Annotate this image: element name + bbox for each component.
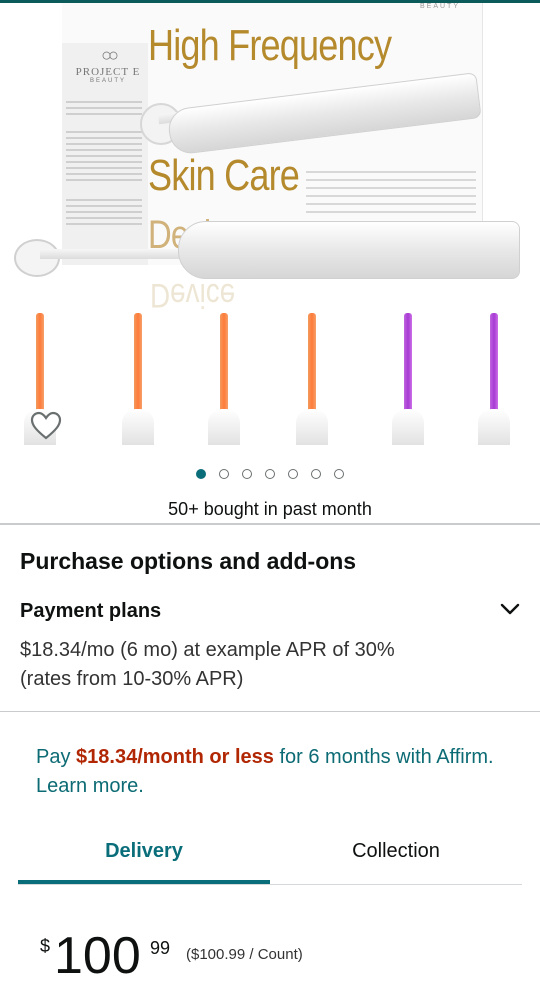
wishlist-heart-icon[interactable]: [28, 410, 64, 444]
electrode-fork: [282, 303, 342, 445]
fulfillment-tabs: Delivery Collection: [18, 830, 522, 884]
affirm-amount: $18.34/month or less: [76, 746, 274, 768]
unit-price: ($100.99 / Count): [186, 946, 303, 963]
tabs-divider: [18, 884, 522, 885]
carousel-dot[interactable]: [242, 469, 252, 479]
carousel-dot[interactable]: [196, 469, 206, 479]
brand-sub: BEAUTY: [89, 78, 126, 84]
brand-name: PROJECT E: [75, 66, 141, 78]
electrode-violet-bent: [378, 303, 438, 445]
section-divider: [0, 523, 540, 525]
tab-delivery[interactable]: Delivery: [18, 830, 270, 884]
affirm-learn-more-link[interactable]: Pay $18.34/month or less for 6 months wi…: [36, 743, 506, 801]
payment-plans-title: Payment plans: [20, 600, 162, 622]
carousel-dot[interactable]: [219, 469, 229, 479]
carousel-dot[interactable]: [311, 469, 321, 479]
headline-line-1: High Frequency: [148, 21, 392, 70]
headline-line-2: Skin Care: [148, 151, 300, 200]
payment-plans-description: $18.34/mo (6 mo) at example APR of 30% (…: [20, 639, 395, 690]
wand-handle: [178, 221, 520, 279]
payment-plans-toggle[interactable]: Payment plans: [20, 600, 525, 623]
wand-glass: [40, 249, 190, 259]
carousel-dot[interactable]: [334, 469, 344, 479]
purchase-options-title: Purchase options and add-ons: [20, 548, 357, 574]
bought-in-past-month: 50+ bought in past month: [168, 499, 372, 519]
chevron-down-icon[interactable]: [499, 598, 521, 620]
brand-logo: ○○ PROJECT E BEAUTY: [68, 45, 148, 84]
affirm-prefix: Pay: [36, 746, 77, 768]
carousel-indicator[interactable]: [0, 469, 540, 483]
electrode-spot: [108, 303, 168, 445]
electrode-straight: [194, 303, 254, 445]
product-image[interactable]: BEAUTY ○○ PROJECT E BEAUTY High Frequenc…: [0, 3, 540, 445]
price-fraction: 99: [150, 938, 171, 958]
price-currency: $: [40, 936, 51, 956]
box-top-brand: BEAUTY: [420, 3, 461, 10]
price-whole: 100: [54, 927, 141, 985]
tab-collection[interactable]: Collection: [270, 830, 522, 884]
section-divider: [0, 711, 540, 712]
carousel-dot[interactable]: [288, 469, 298, 479]
electrode-violet-mushroom: [464, 303, 524, 445]
carousel-dot[interactable]: [265, 469, 275, 479]
